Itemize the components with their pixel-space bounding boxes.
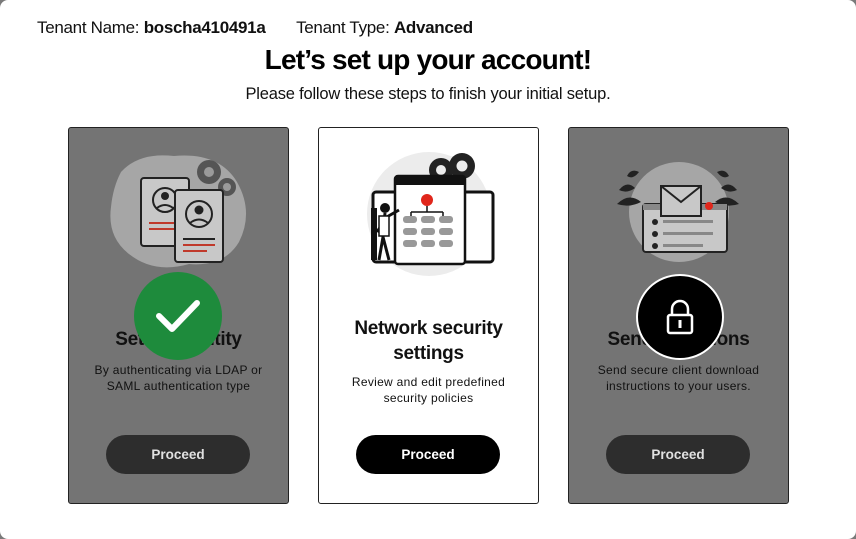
tenant-type-value: Advanced [393,18,473,37]
tenant-name-value: boscha410491a [143,18,266,37]
page-title: Let’s set up your account! [264,44,592,75]
card-title: Network security settings [354,318,503,364]
network-security-illustration-icon [367,152,495,276]
card-description: Send secure client download instructions… [597,363,760,393]
card-description: Review and edit predefined security poli… [351,375,506,405]
proceed-button-network-security[interactable]: Proceed [356,435,500,474]
tenant-type-label: Tenant Type: [296,18,390,37]
identity-illustration-icon [110,155,247,268]
proceed-button-identity[interactable]: Proceed [106,435,250,474]
setup-modal: Tenant Name: boscha410491a Tenant Type: … [0,0,856,539]
card-description: By authenticating via LDAP or SAML authe… [94,363,263,393]
proceed-button-invitations[interactable]: Proceed [606,435,750,474]
step-card-network-security: Network security settings Review and edi… [318,127,539,504]
completed-checkmark-icon [134,272,222,360]
tenant-name-label: Tenant Name: [37,18,140,37]
locked-lock-icon [636,274,724,360]
tenant-info: Tenant Name: boscha410491a Tenant Type: … [37,18,473,38]
invitations-illustration-icon [617,162,739,262]
page-subtitle: Please follow these steps to finish your… [245,85,611,103]
